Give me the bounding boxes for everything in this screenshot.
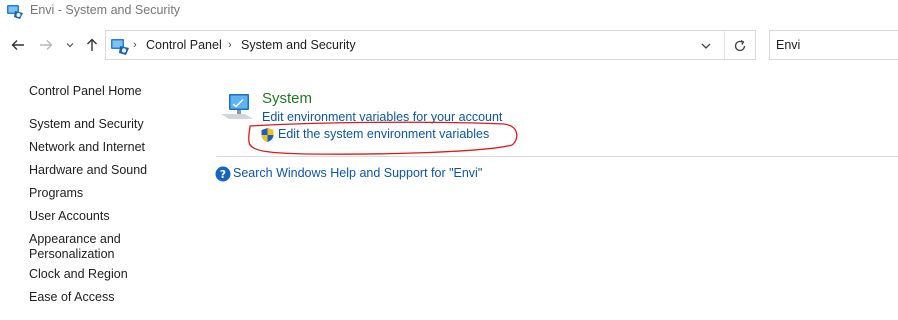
back-button[interactable] [9, 36, 27, 54]
address-bar[interactable]: › Control Panel › System and Security [105, 30, 756, 60]
sidebar-item-control-panel-home[interactable]: Control Panel Home [29, 84, 142, 99]
arrow-left-icon [11, 40, 24, 50]
arrow-right-icon [40, 40, 53, 50]
arrow-up-icon [87, 38, 97, 51]
chevron-down-icon[interactable] [698, 38, 714, 54]
recent-locations-button[interactable] [63, 36, 77, 54]
breadcrumb-separator-icon[interactable]: › [228, 39, 232, 51]
sidebar-item-ease-of-access[interactable]: Ease of Access [29, 290, 114, 305]
help-icon: ? [215, 166, 231, 182]
title-bar: Envi - System and Security [0, 0, 898, 22]
breadcrumb-control-panel[interactable]: Control Panel [146, 38, 222, 52]
breadcrumb-system-and-security[interactable]: System and Security [241, 38, 356, 52]
sidebar-item-user-accounts[interactable]: User Accounts [29, 209, 110, 224]
control-panel-icon [111, 39, 129, 55]
sidebar-item-hardware-and-sound[interactable]: Hardware and Sound [29, 163, 147, 178]
refresh-icon[interactable] [732, 38, 748, 54]
breadcrumb-separator-icon[interactable]: › [133, 39, 137, 51]
control-panel-icon [7, 5, 23, 19]
sidebar-item-appearance-and[interactable]: Appearance and [29, 232, 121, 247]
window-title: Envi - System and Security [30, 3, 181, 17]
sidebar-item-programs[interactable]: Programs [29, 186, 83, 201]
red-annotation-circle [248, 121, 518, 155]
sidebar-item-personalization[interactable]: Personalization [29, 247, 114, 262]
category-title-system[interactable]: System [262, 90, 312, 107]
sidebar-item-system-and-security[interactable]: System and Security [29, 117, 144, 132]
sidebar-item-network-and-internet[interactable]: Network and Internet [29, 140, 145, 155]
forward-button[interactable] [37, 36, 55, 54]
sidebar-item-clock-and-region[interactable]: Clock and Region [29, 267, 128, 282]
address-divider [724, 31, 725, 59]
search-help-link[interactable]: Search Windows Help and Support for "Env… [233, 166, 482, 180]
search-input[interactable] [769, 30, 898, 60]
navigation-bar: › Control Panel › System and Security [0, 30, 898, 62]
svg-text:?: ? [220, 168, 226, 181]
up-button[interactable] [83, 36, 101, 54]
chevron-down-icon [66, 43, 74, 48]
